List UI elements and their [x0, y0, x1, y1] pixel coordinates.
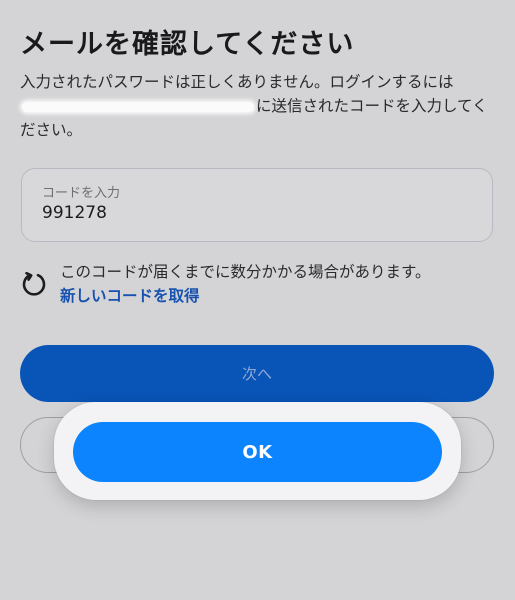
code-delay-notice: このコードが届くまでに数分かかる場合があります。 [60, 263, 431, 281]
next-button[interactable]: 次へ [20, 345, 494, 402]
verify-email-screen: メールを確認してください 入力されたパスワードは正しくありません。ログインするに… [0, 0, 515, 600]
code-input-field[interactable]: コードを入力 [21, 168, 493, 242]
description-text-start: 入力されたパスワードは正しくありません。ログインするには [20, 73, 454, 91]
ok-button[interactable]: OK [73, 422, 442, 482]
refresh-icon [22, 271, 46, 296]
code-input[interactable] [42, 203, 442, 223]
get-new-code-link[interactable]: 新しいコードを取得 [60, 284, 200, 306]
page-description: 入力されたパスワードは正しくありません。ログインするにはに送信されたコードを入力… [20, 70, 498, 142]
code-input-label: コードを入力 [42, 186, 121, 201]
page-title: メールを確認してください [20, 29, 355, 60]
alert-dialog: OK [54, 402, 461, 500]
redacted-email [22, 101, 254, 112]
